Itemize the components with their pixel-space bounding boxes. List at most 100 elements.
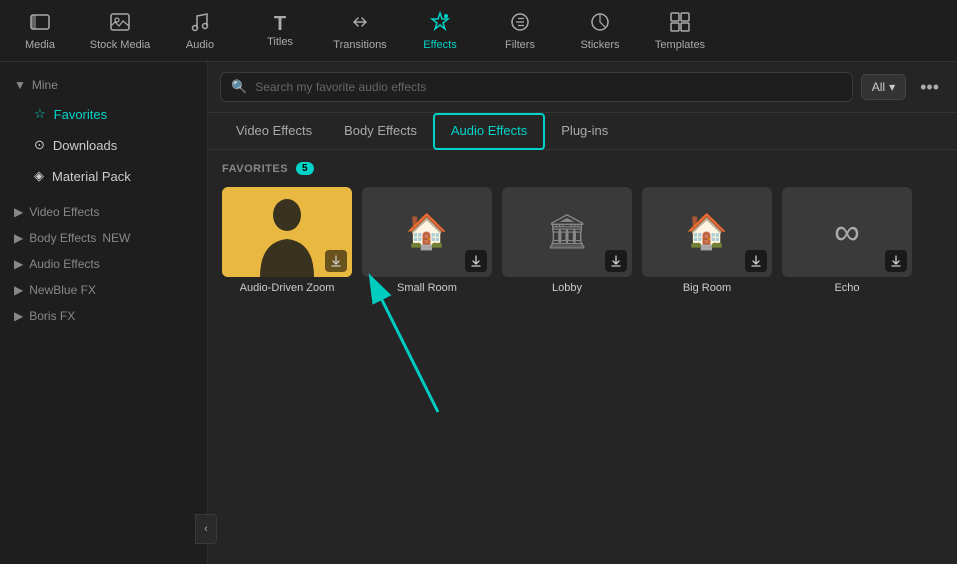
effect-grid: Audio-Driven Zoom 🏠 Small Room — [222, 187, 943, 294]
sidebar-label-body-effects: Body Effects — [29, 231, 96, 245]
tab-body-effects[interactable]: Body Effects — [328, 113, 433, 150]
nav-item-transitions[interactable]: Transitions — [320, 4, 400, 58]
nav-label-stickers: Stickers — [580, 39, 619, 51]
nav-item-media[interactable]: Media — [0, 4, 80, 58]
download-btn-big-room[interactable] — [745, 250, 767, 272]
sidebar-label-boris-fx: Boris FX — [29, 309, 75, 323]
effect-card-echo[interactable]: ∞ Echo — [782, 187, 912, 294]
effect-name-echo: Echo — [782, 282, 912, 294]
sidebar-label-downloads: Downloads — [53, 138, 117, 153]
chevron-right-icon-newblue: ▶ — [14, 283, 23, 297]
sidebar-item-material-pack[interactable]: ◈ Material Pack — [6, 161, 201, 191]
effect-card-audio-driven-zoom[interactable]: Audio-Driven Zoom — [222, 187, 352, 294]
new-badge: NEW — [102, 231, 130, 245]
effect-card-lobby[interactable]: 🏛 Lobby — [502, 187, 632, 294]
stickers-icon — [589, 11, 611, 37]
download-btn-lobby[interactable] — [605, 250, 627, 272]
nav-label-titles: Titles — [267, 36, 293, 48]
material-pack-icon: ◈ — [34, 168, 44, 184]
effect-name-audio-driven-zoom: Audio-Driven Zoom — [222, 282, 352, 294]
effect-name-small-room: Small Room — [362, 282, 492, 294]
media-icon — [29, 11, 51, 37]
download-icon: ⊙ — [34, 137, 45, 153]
nav-item-stickers[interactable]: Stickers — [560, 4, 640, 58]
nav-item-effects[interactable]: Effects — [400, 4, 480, 58]
sidebar-video-effects-header[interactable]: ▶ Video Effects — [0, 199, 207, 225]
content-panel: 🔍 All ▾ ••• Video Effects Body Effects A… — [208, 62, 957, 564]
chevron-left-icon: ‹ — [204, 523, 208, 535]
tab-video-effects[interactable]: Video Effects — [220, 113, 328, 150]
templates-icon — [669, 11, 691, 37]
stock-media-icon — [109, 11, 131, 37]
more-options-button[interactable]: ••• — [914, 73, 945, 102]
sidebar-mine-header[interactable]: ▼ Mine — [0, 72, 207, 98]
sidebar-label-audio-effects: Audio Effects — [29, 257, 100, 271]
sidebar-boris-fx-header[interactable]: ▶ Boris FX — [0, 303, 207, 329]
download-btn-echo[interactable] — [885, 250, 907, 272]
favorites-section: FAVORITES 5 — [208, 150, 957, 564]
star-icon: ☆ — [34, 106, 46, 122]
chevron-right-icon-body: ▶ — [14, 231, 23, 245]
transitions-icon — [349, 11, 371, 37]
sidebar-label-favorites: Favorites — [54, 107, 107, 122]
tab-audio-effects[interactable]: Audio Effects — [433, 113, 545, 150]
sidebar-newblue-fx-header[interactable]: ▶ NewBlue FX — [0, 277, 207, 303]
download-btn-audio-driven-zoom[interactable] — [325, 250, 347, 272]
chevron-right-icon: ▶ — [14, 205, 23, 219]
search-bar: 🔍 All ▾ ••• — [208, 62, 957, 113]
house2-icon: 🏠 — [686, 212, 728, 252]
sidebar-collapse-button[interactable]: ‹ — [195, 514, 217, 544]
nav-item-titles[interactable]: T Titles — [240, 4, 320, 58]
nav-label-effects: Effects — [423, 39, 456, 51]
sidebar-audio-effects-header[interactable]: ▶ Audio Effects — [0, 251, 207, 277]
effect-thumb-big-room: 🏠 — [642, 187, 772, 277]
sidebar-label-newblue-fx: NewBlue FX — [29, 283, 96, 297]
filters-icon — [509, 11, 531, 37]
sidebar-body-effects-header[interactable]: ▶ Body Effects NEW — [0, 225, 207, 251]
section-title: FAVORITES 5 — [222, 162, 943, 175]
effect-thumb-audio-driven-zoom — [222, 187, 352, 277]
sidebar-label-material-pack: Material Pack — [52, 169, 131, 184]
search-icon: 🔍 — [231, 79, 247, 95]
search-input-wrap[interactable]: 🔍 — [220, 72, 853, 102]
columns-icon: 🏛 — [545, 212, 588, 252]
nav-label-media: Media — [25, 39, 55, 51]
nav-item-stock-media[interactable]: Stock Media — [80, 4, 160, 58]
audio-icon — [189, 11, 211, 37]
effect-card-small-room[interactable]: 🏠 Small Room — [362, 187, 492, 294]
favorites-count: 5 — [296, 162, 314, 175]
house-icon: 🏠 — [406, 212, 448, 252]
download-btn-small-room[interactable] — [465, 250, 487, 272]
filter-label: All — [872, 80, 885, 94]
nav-label-audio: Audio — [186, 39, 214, 51]
nav-label-stock-media: Stock Media — [90, 39, 151, 51]
effect-name-big-room: Big Room — [642, 282, 772, 294]
chevron-down-icon: ▼ — [14, 78, 26, 92]
effect-card-big-room[interactable]: 🏠 Big Room — [642, 187, 772, 294]
effect-name-lobby: Lobby — [502, 282, 632, 294]
effects-icon — [429, 11, 451, 37]
sidebar-item-favorites[interactable]: ☆ Favorites — [6, 99, 201, 129]
favorites-title: FAVORITES — [222, 163, 288, 175]
tabs: Video Effects Body Effects Audio Effects… — [208, 113, 957, 150]
sidebar: ▼ Mine ☆ Favorites ⊙ Downloads ◈ Materia… — [0, 62, 208, 564]
effect-thumb-small-room: 🏠 — [362, 187, 492, 277]
infinity-icon: ∞ — [834, 211, 860, 253]
nav-item-audio[interactable]: Audio — [160, 4, 240, 58]
chevron-right-icon-boris: ▶ — [14, 309, 23, 323]
main-area: ▼ Mine ☆ Favorites ⊙ Downloads ◈ Materia… — [0, 62, 957, 564]
chevron-down-icon-filter: ▾ — [889, 80, 895, 94]
nav-item-filters[interactable]: Filters — [480, 4, 560, 58]
nav-label-templates: Templates — [655, 39, 705, 51]
tab-plug-ins[interactable]: Plug-ins — [545, 113, 624, 150]
filter-dropdown[interactable]: All ▾ — [861, 74, 906, 100]
titles-icon: T — [274, 14, 286, 34]
effect-thumb-lobby: 🏛 — [502, 187, 632, 277]
sidebar-item-downloads[interactable]: ⊙ Downloads — [6, 130, 201, 160]
top-nav: Media Stock Media Audio T Titles — [0, 0, 957, 62]
nav-label-filters: Filters — [505, 39, 535, 51]
nav-item-templates[interactable]: Templates — [640, 4, 720, 58]
sidebar-label-video-effects: Video Effects — [29, 205, 99, 219]
search-input[interactable] — [255, 80, 842, 94]
effect-thumb-echo: ∞ — [782, 187, 912, 277]
